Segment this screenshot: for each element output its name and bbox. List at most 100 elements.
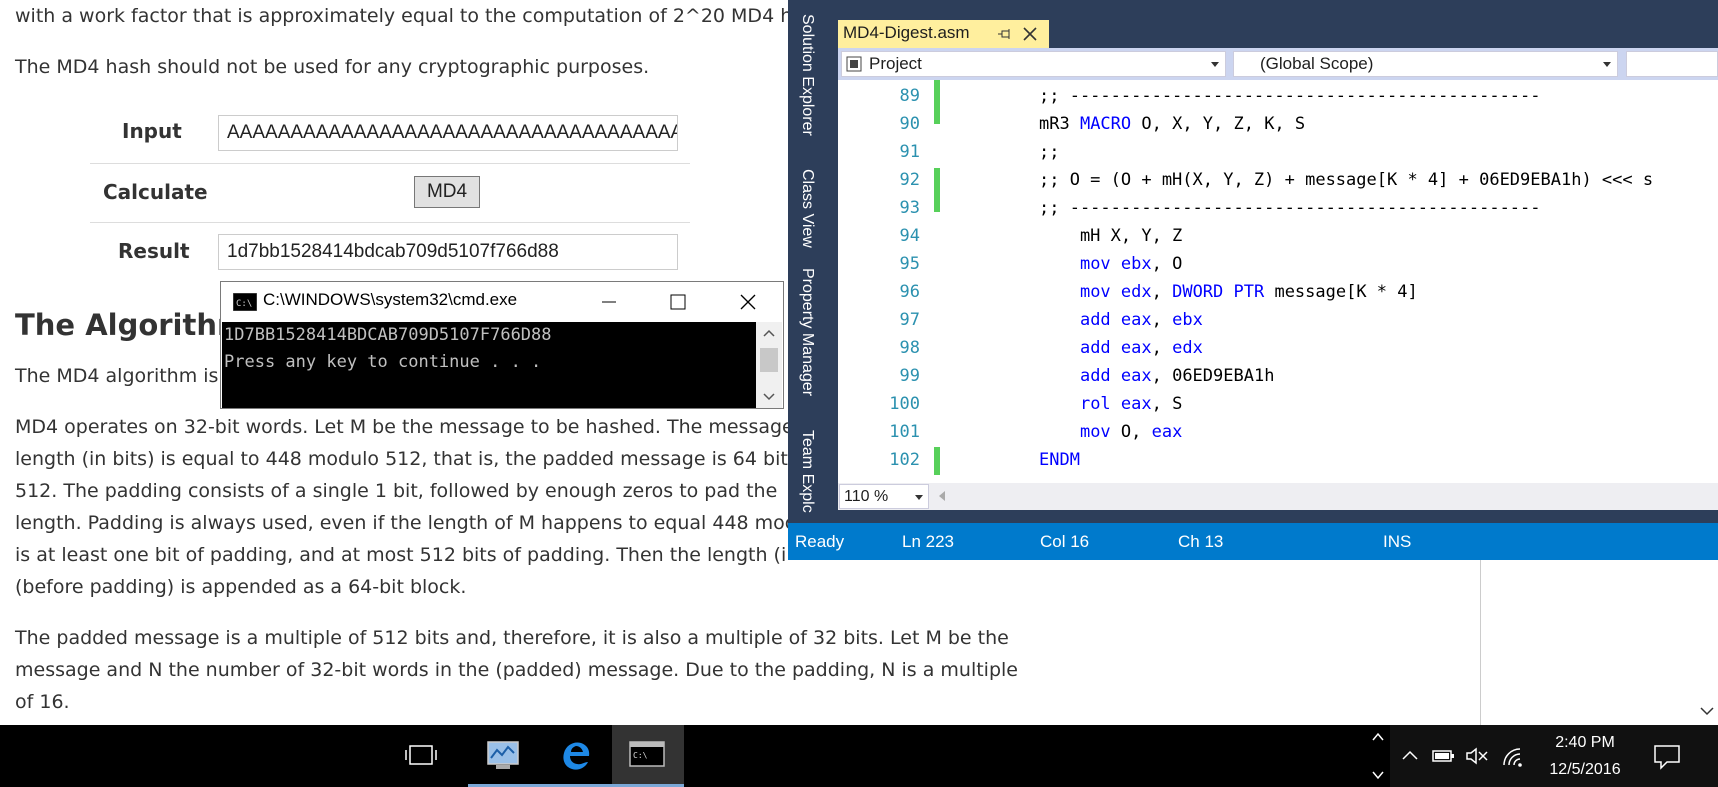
wifi-icon[interactable] (1500, 745, 1526, 767)
warning-text: The MD4 hash should not be used for any … (15, 56, 650, 78)
paragraph-line: length. Padding is always used, even if … (15, 512, 796, 534)
console-line: 1D7BB1528414BDCAB709D5107F766D88 (224, 325, 552, 345)
background-panel (1068, 560, 1480, 725)
task-view-button[interactable] (386, 725, 458, 787)
input-field[interactable]: AAAAAAAAAAAAAAAAAAAAAAAAAAAAAAAAAAAAAA (218, 115, 678, 151)
tab-team-explorer[interactable]: Team Explc (798, 430, 816, 513)
code-line: add eax, ebx (1079, 310, 1203, 330)
scroll-arrows-icon[interactable] (1368, 728, 1388, 784)
command-prompt-icon: C:\ (629, 741, 665, 767)
line-number: 102 (889, 450, 920, 470)
project-dropdown[interactable]: Project (841, 51, 1226, 77)
code-line: rol eax, S (1079, 394, 1183, 414)
line-number: 100 (889, 394, 920, 414)
md4-button[interactable]: MD4 (414, 176, 480, 208)
line-number: 93 (899, 198, 920, 218)
action-center-icon[interactable] (1652, 743, 1682, 771)
code-line: add eax, edx (1079, 338, 1203, 358)
code-line: mov O, eax (1079, 422, 1183, 442)
tab-md4-digest[interactable]: MD4-Digest.asm (838, 20, 1049, 48)
chevron-down-icon (1603, 62, 1611, 67)
status-line: Ln 223 (902, 532, 954, 551)
paragraph-line: The padded message is a multiple of 512 … (15, 627, 1009, 649)
cmd-console[interactable]: 1D7BB1528414BDCAB709D5107F766D88 Press a… (222, 322, 756, 408)
taskbar: C:\ 2:40 PM 12/5/2016 (0, 725, 1718, 787)
result-field[interactable]: 1d7bb1528414bdcab709d5107f766d88 (218, 234, 678, 270)
cmd-titlebar[interactable]: C:\ C:\WINDOWS\system32\cmd.exe (221, 282, 783, 322)
code-line: ;; -------------------------------------… (1039, 86, 1541, 106)
taskbar-app-edge[interactable] (540, 725, 612, 787)
paragraph-line: 512. The padding consists of a single 1 … (15, 480, 778, 502)
project-icon (846, 56, 862, 72)
scope-combo-label: (Global Scope) (1260, 54, 1374, 73)
clock-date[interactable]: 12/5/2016 (1540, 761, 1630, 779)
code-line: ;; -------------------------------------… (1039, 198, 1541, 218)
cmd-app-icon: C:\ (233, 293, 257, 311)
code-line: add eax, 06ED9EBA1h (1079, 366, 1275, 386)
status-insert-mode: INS (1383, 532, 1412, 551)
line-number: 97 (899, 310, 920, 330)
code-line: ;; O = (O + mH(X, Y, Z) + message[K * 4]… (1039, 170, 1654, 190)
code-line: mR3 MACRO O, X, Y, Z, K, S (1039, 114, 1306, 134)
code-line: ;; (1039, 142, 1060, 162)
change-marker (934, 80, 940, 124)
line-number: 91 (899, 142, 920, 162)
performance-monitor-icon (487, 741, 519, 769)
close-icon[interactable] (1022, 26, 1038, 42)
chevron-up-icon[interactable] (1400, 746, 1420, 766)
pin-icon[interactable] (996, 26, 1012, 42)
tab-property-manager[interactable]: Property Manager (798, 268, 816, 396)
paragraph-line: (before padding) is appended as a 64-bit… (15, 576, 467, 598)
document-tab-label: MD4-Digest.asm (843, 23, 970, 42)
tab-class-view[interactable]: Class View (798, 169, 816, 248)
svg-text:C:\: C:\ (236, 299, 252, 309)
paragraph-line: message and N the number of 32-bit words… (15, 659, 1018, 681)
code-editor[interactable]: 89 ;; ----------------------------------… (838, 80, 1718, 483)
line-number: 92 (899, 170, 920, 190)
tab-solution-explorer[interactable]: Solution Explorer (798, 14, 816, 136)
calculate-label: Calculate (103, 180, 208, 204)
status-column: Col 16 (1040, 532, 1090, 551)
line-number: 99 (899, 366, 920, 386)
line-number: 98 (899, 338, 920, 358)
scrollbar-arrows-icon (760, 329, 778, 401)
volume-muted-icon[interactable] (1464, 746, 1490, 766)
task-view-icon (405, 745, 437, 765)
form-divider (90, 222, 690, 223)
clock-time[interactable]: 2:40 PM (1540, 734, 1630, 752)
line-number: 95 (899, 254, 920, 274)
minimize-icon[interactable] (599, 292, 619, 312)
result-label: Result (118, 239, 190, 263)
paragraph-line: is at least one bit of padding, and at m… (15, 544, 787, 566)
scroll-left-icon[interactable] (936, 489, 948, 503)
svg-text:C:\: C:\ (633, 751, 648, 760)
cmd-scrollbar[interactable] (756, 322, 782, 408)
project-combo-label: Project (869, 54, 922, 73)
paragraph-line: of 16. (15, 691, 70, 713)
change-marker (934, 447, 940, 475)
line-number: 89 (899, 86, 920, 106)
code-line: mov ebx, O (1079, 254, 1183, 274)
code-line: mH X, Y, Z (1039, 226, 1183, 246)
maximize-icon[interactable] (668, 292, 688, 312)
cmd-window[interactable]: C:\ C:\WINDOWS\system32\cmd.exe 1D7BB152… (220, 281, 784, 409)
taskbar-app-cmd[interactable]: C:\ (612, 725, 684, 787)
status-ready: Ready (795, 532, 845, 551)
code-line: ENDM (1039, 450, 1080, 470)
change-marker (934, 168, 940, 212)
member-dropdown[interactable] (1626, 51, 1718, 77)
input-label: Input (122, 119, 182, 143)
background-panel (1480, 560, 1718, 725)
close-icon[interactable] (738, 292, 758, 312)
algorithm-intro: The MD4 algorithm is (15, 365, 219, 387)
code-line: mov edx, DWORD PTR message[K * 4] (1079, 282, 1418, 302)
line-number: 94 (899, 226, 920, 246)
battery-icon[interactable] (1430, 746, 1456, 766)
taskbar-app-performance[interactable] (468, 725, 540, 787)
cmd-title: C:\WINDOWS\system32\cmd.exe (263, 290, 518, 309)
edge-browser-icon (563, 742, 590, 770)
zoom-dropdown[interactable]: 110 % (839, 484, 929, 509)
status-char: Ch 13 (1178, 532, 1224, 551)
form-divider (90, 163, 690, 164)
scope-dropdown[interactable]: (Global Scope) (1233, 51, 1618, 77)
